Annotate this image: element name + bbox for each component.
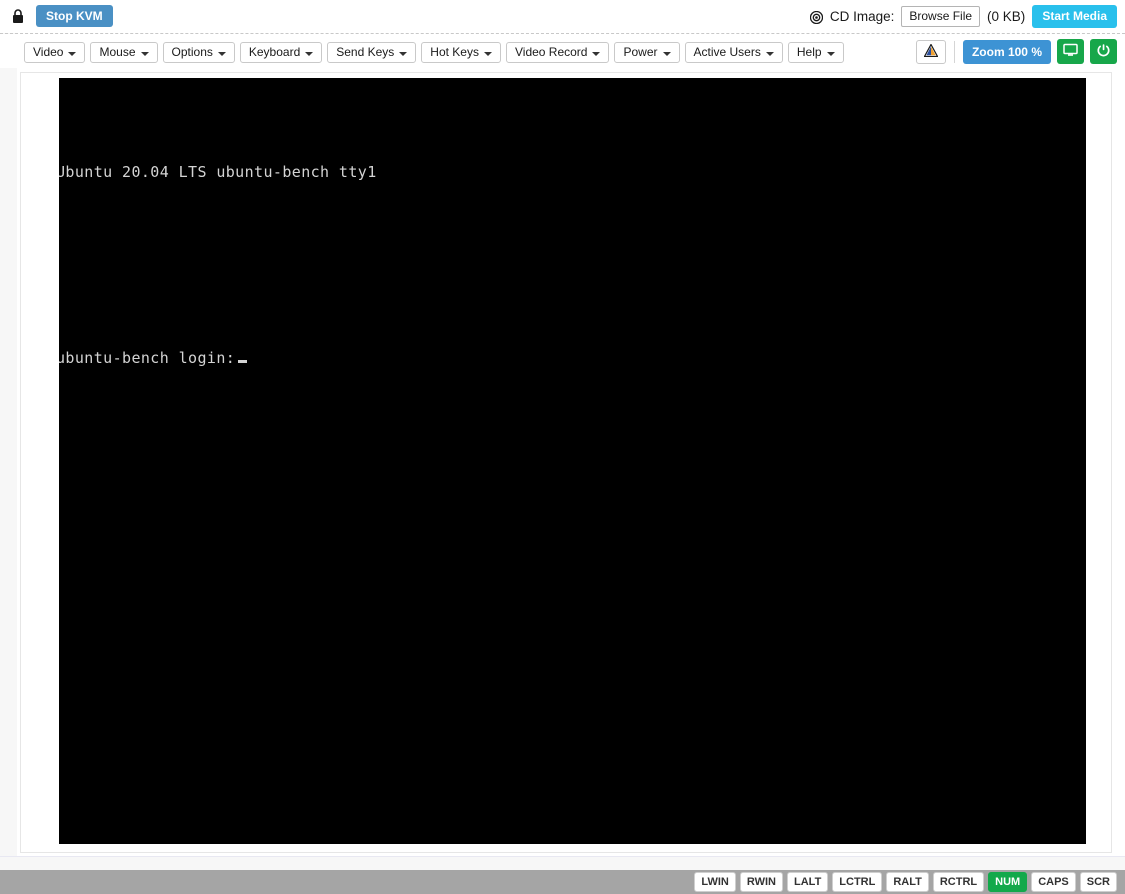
menu-power[interactable]: Power xyxy=(614,42,680,63)
menu-help[interactable]: Help xyxy=(787,42,844,63)
chevron-down-icon xyxy=(826,51,835,56)
kvm-toolbar: Video Mouse Options Keyboard Send Keys H… xyxy=(0,34,1125,68)
cd-image-group: CD Image: Browse File (0 KB) Start Media xyxy=(809,3,1117,29)
header-bar: Stop KVM CD Image: Browse File (0 KB) St… xyxy=(0,0,1125,33)
key-indicator-rctrl[interactable]: RCTRL xyxy=(932,872,985,892)
stop-kvm-button[interactable]: Stop KVM xyxy=(36,5,113,27)
menu-hot-keys[interactable]: Hot Keys xyxy=(421,42,501,63)
chevron-down-icon xyxy=(305,51,314,56)
monitor-icon xyxy=(1063,43,1078,60)
menu-mouse[interactable]: Mouse xyxy=(90,42,158,63)
menu-hot-keys-label: Hot Keys xyxy=(430,45,479,59)
chevron-down-icon xyxy=(765,51,774,56)
console-text-block: Ubuntu 20.04 LTS ubuntu-bench tty1 ubunt… xyxy=(59,95,377,436)
lock-icon xyxy=(11,8,25,24)
console-line-2-wrap: ubuntu-bench login: xyxy=(59,343,377,374)
menu-button-row: Video Mouse Options Keyboard Send Keys H… xyxy=(24,42,844,63)
toolbar-right-group: Zoom 100 % xyxy=(915,39,1117,64)
cd-disc-icon xyxy=(809,10,823,24)
key-indicator-caps[interactable]: CAPS xyxy=(1031,872,1076,892)
left-edge-strip xyxy=(0,33,17,861)
menu-options-label: Options xyxy=(171,45,213,59)
cd-image-label: CD Image: xyxy=(829,8,895,24)
console-line-1: Ubuntu 20.04 LTS ubuntu-bench tty1 xyxy=(59,163,377,181)
menu-power-label: Power xyxy=(623,45,658,59)
console-panel: Ubuntu 20.04 LTS ubuntu-bench tty1 ubunt… xyxy=(20,72,1112,853)
keyboard-indicator-row: LWIN RWIN LALT LCTRL RALT RCTRL NUM CAPS… xyxy=(694,872,1117,892)
toolbar-separator xyxy=(953,40,955,63)
menu-video-label: Video xyxy=(33,45,64,59)
menu-active-users[interactable]: Active Users xyxy=(684,42,783,63)
key-indicator-rwin[interactable]: RWIN xyxy=(739,872,783,892)
cd-image-size: (0 KB) xyxy=(987,8,1026,24)
key-indicator-lctrl[interactable]: LCTRL xyxy=(832,872,883,892)
browse-file-button[interactable]: Browse File xyxy=(901,5,981,27)
key-indicator-scr[interactable]: SCR xyxy=(1079,872,1117,892)
remote-console-screen[interactable]: Ubuntu 20.04 LTS ubuntu-bench tty1 ubunt… xyxy=(59,78,1086,844)
console-line-2: ubuntu-bench login: xyxy=(59,349,236,367)
zoom-level-button[interactable]: Zoom 100 % xyxy=(962,39,1051,64)
console-cursor xyxy=(238,360,248,363)
kvm-console-page: Stop KVM CD Image: Browse File (0 KB) St… xyxy=(0,0,1125,894)
chevron-down-icon xyxy=(662,51,671,56)
key-indicator-lalt[interactable]: LALT xyxy=(787,872,829,892)
chevron-down-icon xyxy=(217,51,226,56)
menu-keyboard[interactable]: Keyboard xyxy=(239,42,323,63)
start-media-button[interactable]: Start Media xyxy=(1032,4,1117,28)
chevron-down-icon xyxy=(483,51,492,56)
menu-video[interactable]: Video xyxy=(24,42,86,63)
chevron-down-icon xyxy=(399,51,408,56)
menu-video-record[interactable]: Video Record xyxy=(505,42,610,63)
power-icon xyxy=(1096,43,1111,61)
warning-triangle-icon xyxy=(923,42,939,60)
menu-send-keys[interactable]: Send Keys xyxy=(327,42,417,63)
fullscreen-monitor-button[interactable] xyxy=(1057,39,1084,64)
key-indicator-ralt[interactable]: RALT xyxy=(886,872,929,892)
menu-options[interactable]: Options xyxy=(162,42,235,63)
menu-active-users-label: Active Users xyxy=(693,45,761,59)
menu-send-keys-label: Send Keys xyxy=(336,45,395,59)
menu-keyboard-label: Keyboard xyxy=(248,45,301,59)
warning-button[interactable] xyxy=(915,39,946,64)
status-footer-bar: LWIN RWIN LALT LCTRL RALT RCTRL NUM CAPS… xyxy=(0,870,1125,894)
chevron-down-icon xyxy=(68,51,77,56)
chevron-down-icon xyxy=(140,51,149,56)
menu-video-record-label: Video Record xyxy=(514,45,588,59)
chevron-down-icon xyxy=(592,51,601,56)
power-button[interactable] xyxy=(1090,39,1117,64)
menu-help-label: Help xyxy=(796,45,822,59)
key-indicator-num[interactable]: NUM xyxy=(988,872,1028,892)
bottom-spacer-band xyxy=(0,856,1125,870)
menu-mouse-label: Mouse xyxy=(99,45,136,59)
key-indicator-lwin[interactable]: LWIN xyxy=(694,872,736,892)
